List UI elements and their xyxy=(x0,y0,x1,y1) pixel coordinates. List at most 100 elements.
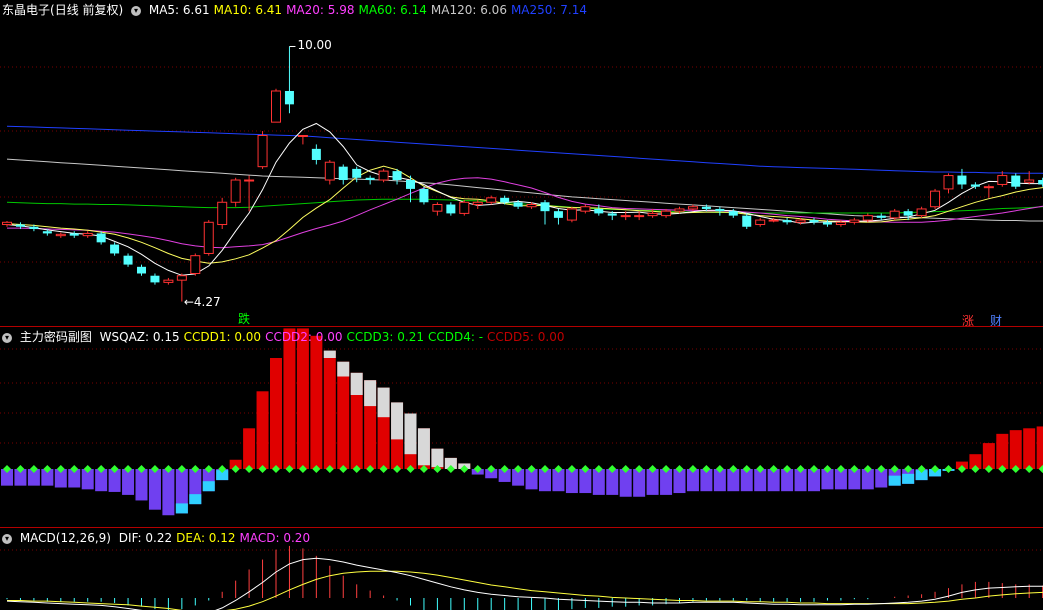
red-bar xyxy=(1023,428,1036,469)
candle-up xyxy=(230,179,241,203)
high-price-marker: 10.00 xyxy=(297,38,332,53)
sub1-indicator-3: CCDD3: 0.21 xyxy=(346,330,424,344)
white-bar xyxy=(404,413,417,455)
red-bar xyxy=(310,335,323,469)
kline-panel[interactable]: 东晶电子(日线 前复权) ▾ MA5: 6.61 MA10: 6.41 MA20: … xyxy=(0,0,1043,326)
candle-down xyxy=(594,208,604,214)
candle-up xyxy=(997,175,1008,185)
ma5-line xyxy=(6,122,1043,276)
cyan-bar xyxy=(202,481,215,492)
white-bar xyxy=(337,361,350,377)
candle-down xyxy=(123,255,133,265)
ma10-line xyxy=(6,165,1043,264)
candle-up xyxy=(755,219,766,226)
chevron-down-icon[interactable]: ▾ xyxy=(2,332,12,343)
candle-up xyxy=(795,219,806,223)
candle-down xyxy=(96,233,106,243)
candle-down xyxy=(876,215,886,218)
red-bar xyxy=(323,350,336,469)
candle-up xyxy=(687,206,698,210)
candle-up xyxy=(244,179,255,182)
candle-down xyxy=(311,148,321,160)
candle-up xyxy=(916,208,927,217)
macd-indicator-1: DEA: 0.12 xyxy=(176,531,236,545)
candle-down xyxy=(553,211,563,218)
finance-badge[interactable]: 财 xyxy=(990,312,1002,326)
candle-up xyxy=(163,279,174,283)
subchart1-legend: ▾ 主力密码副图 WSQAZ: 0.15 CCDD1: 0.00 CCDD2: 0.… xyxy=(2,329,572,345)
candle-up xyxy=(889,210,900,219)
candle-down xyxy=(406,180,415,189)
ma-indicator-0: MA5: 6.61 xyxy=(148,3,210,17)
macd_dif-line xyxy=(6,557,1043,610)
cyan-bar xyxy=(902,473,915,484)
candle-down xyxy=(15,224,25,227)
candle-down xyxy=(446,204,456,214)
chevron-down-icon[interactable]: ▾ xyxy=(2,533,12,544)
purple-bar xyxy=(633,469,646,497)
candle-down xyxy=(137,266,146,274)
kline-chart[interactable] xyxy=(0,0,1043,326)
fall-badge[interactable]: 跌 xyxy=(238,310,250,326)
candle-up xyxy=(55,233,66,237)
macd-panel[interactable]: ▾ MACD(12,26,9) DIF: 0.22 DEA: 0.12 MACD: … xyxy=(0,527,1043,610)
ma-indicator-2: MA20: 5.98 xyxy=(286,3,355,17)
macd-title: MACD(12,26,9) xyxy=(19,531,111,545)
candle-up xyxy=(835,221,846,226)
candle-up xyxy=(566,208,577,221)
candle-up xyxy=(580,206,591,212)
white-bar xyxy=(391,402,404,440)
red-bar xyxy=(996,433,1009,469)
candle-up xyxy=(176,275,187,281)
candle-up xyxy=(217,201,228,226)
sub1-indicator-1: CCDD1: 0.00 xyxy=(183,330,262,344)
white-bar xyxy=(350,372,363,395)
candle-down xyxy=(715,208,725,212)
candle-down xyxy=(69,233,79,236)
ma120-line xyxy=(6,158,1043,222)
white-bar xyxy=(323,350,336,358)
ma-indicator-5: MA250: 7.14 xyxy=(510,3,587,17)
period-label: (日线 前复权) xyxy=(50,3,124,17)
ma-indicator-list: MA5: 6.61 MA10: 6.41 MA20: 5.98 MA60: 6.14 M… xyxy=(149,3,591,17)
candle-down xyxy=(701,206,711,209)
candle-down xyxy=(29,226,39,229)
cyan-bar xyxy=(175,503,188,514)
red-bar xyxy=(270,358,282,469)
chevron-down-icon[interactable]: ▾ xyxy=(131,5,142,16)
ma250-line xyxy=(6,125,1043,174)
candle-up xyxy=(943,175,954,190)
rise-badge[interactable]: 涨 xyxy=(962,312,974,326)
main-force-subchart[interactable] xyxy=(0,327,1043,528)
sub1-indicator-5: CCDD5: 0.00 xyxy=(487,330,565,344)
macd-indicator-0: DIF: 0.22 xyxy=(118,531,173,545)
ma-indicator-4: MA120: 6.06 xyxy=(430,3,507,17)
candle-down xyxy=(110,244,120,254)
candle-down xyxy=(513,202,523,207)
subchart1-title: 主力密码副图 xyxy=(19,330,92,344)
candle-up xyxy=(324,161,335,181)
candle-down xyxy=(728,211,738,216)
macd-indicator-2: MACD: 0.20 xyxy=(239,531,311,545)
main-force-subchart-panel[interactable]: ▾ 主力密码副图 WSQAZ: 0.15 CCDD1: 0.00 CCDD2: 0.… xyxy=(0,326,1043,528)
candle-up xyxy=(297,135,308,138)
red-bar xyxy=(256,391,269,469)
stock-name: 东晶电子 xyxy=(2,3,51,17)
candle-up xyxy=(768,219,779,222)
red-bar xyxy=(337,361,350,469)
candle-up xyxy=(257,135,268,168)
candle-down xyxy=(822,222,832,225)
candle-down xyxy=(782,220,792,223)
candle-down xyxy=(540,202,550,212)
macd_dea-line xyxy=(7,570,1043,610)
purple-bar xyxy=(148,469,161,510)
sub1-indicator-4: CCDD4: - xyxy=(427,330,484,344)
purple-bar xyxy=(619,469,632,497)
candle-down xyxy=(607,213,617,216)
cyan-bar xyxy=(189,494,202,505)
candle-down xyxy=(1011,175,1021,187)
candle-up xyxy=(378,170,389,181)
candle-down xyxy=(150,275,160,283)
candle-down xyxy=(42,231,52,234)
candle-up xyxy=(620,215,631,218)
